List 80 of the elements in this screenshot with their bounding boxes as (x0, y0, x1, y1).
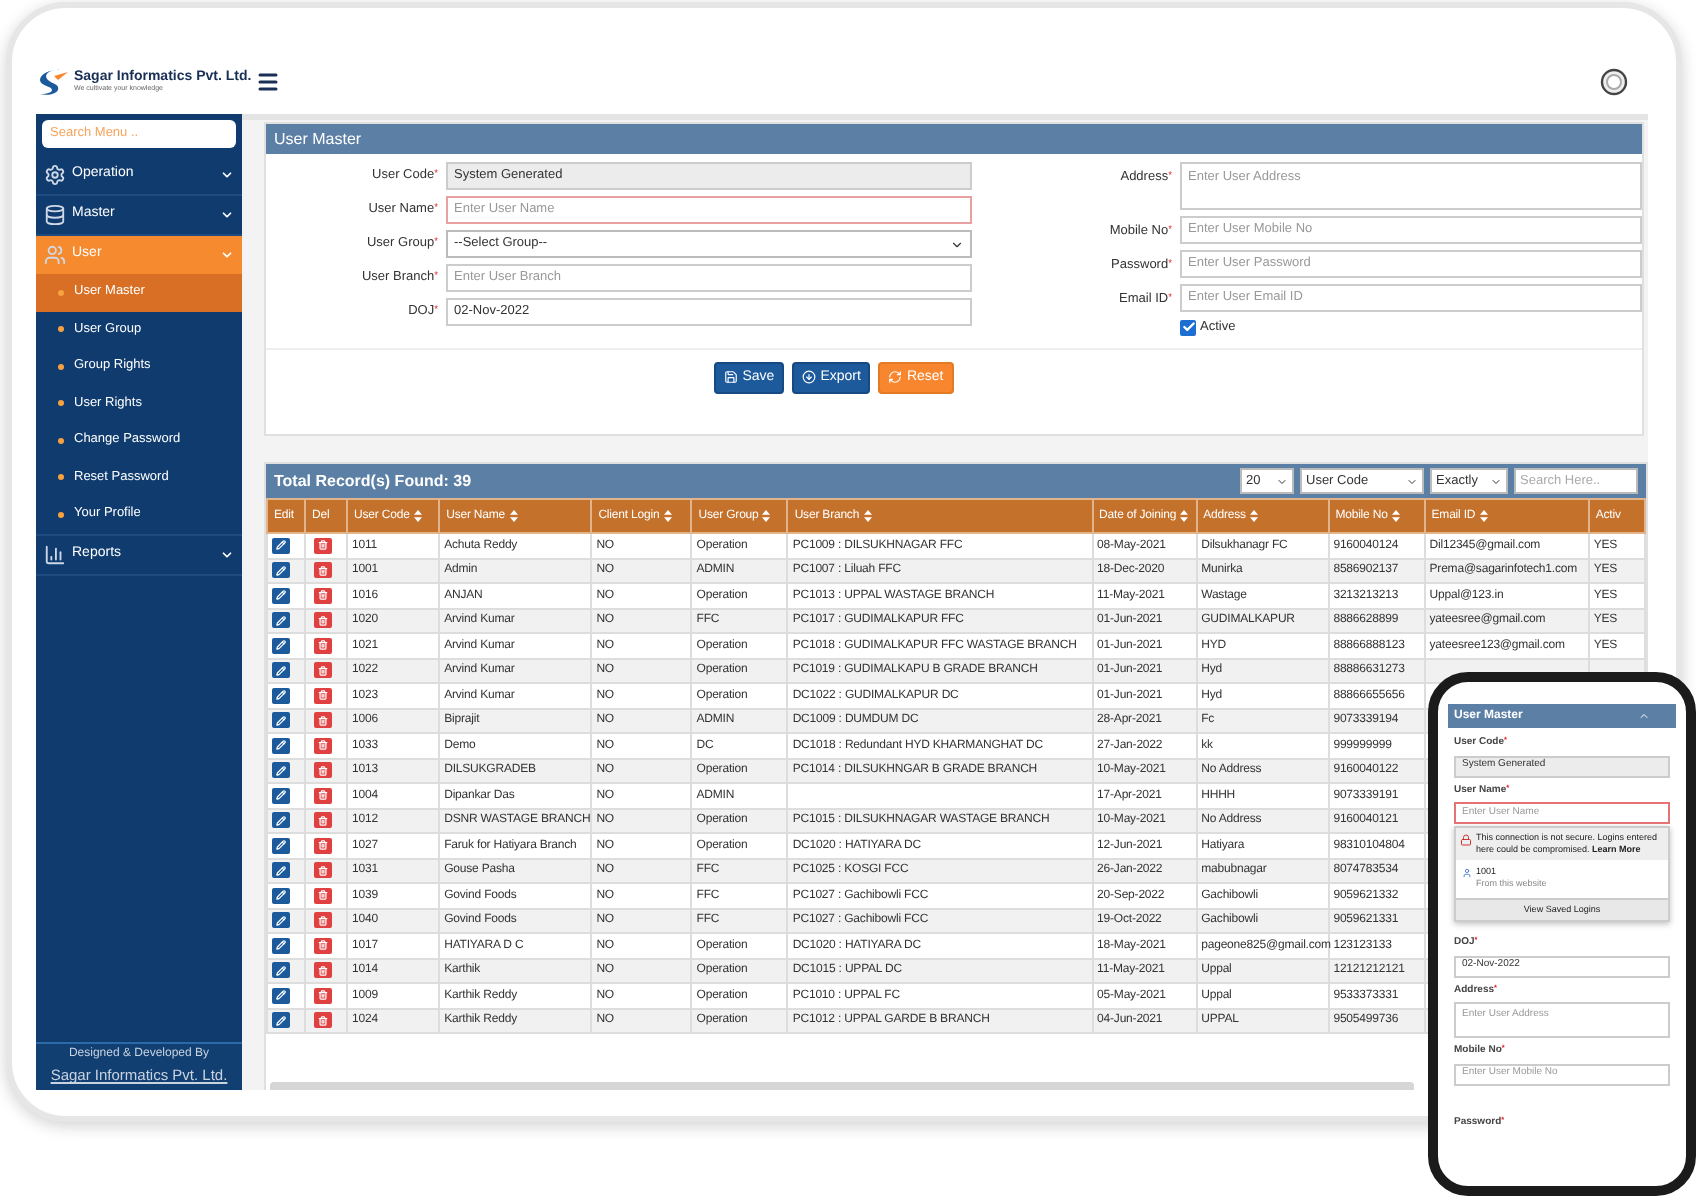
refresh-icon (888, 370, 903, 385)
chevron-down-icon (1406, 475, 1418, 487)
edit-button[interactable] (272, 612, 290, 629)
delete-button[interactable] (314, 987, 333, 1004)
delete-button[interactable] (314, 887, 333, 904)
delete-button[interactable] (314, 787, 333, 804)
edit-button[interactable] (272, 562, 290, 579)
export-icon (802, 370, 817, 385)
delete-button[interactable] (314, 537, 333, 554)
active-checkbox[interactable] (1180, 319, 1196, 336)
delete-button[interactable] (314, 912, 333, 929)
delete-button[interactable] (314, 962, 333, 979)
edit-button[interactable] (272, 862, 290, 879)
edit-button[interactable] (272, 837, 290, 854)
panel-header: User Master (266, 124, 1642, 154)
chevron-down-icon (220, 248, 234, 262)
sort-icon[interactable] (1180, 510, 1189, 522)
delete-button[interactable] (314, 562, 333, 579)
delete-button[interactable] (314, 587, 333, 604)
edit-button[interactable] (272, 937, 290, 954)
edit-button[interactable] (272, 762, 290, 779)
bullet-icon (58, 437, 64, 444)
edit-button[interactable] (272, 987, 290, 1004)
delete-button[interactable] (314, 687, 333, 704)
bullet-icon (58, 289, 64, 296)
edit-button[interactable] (272, 962, 290, 979)
chevron-down-icon (220, 208, 234, 222)
delete-button[interactable] (314, 737, 333, 754)
delete-button[interactable] (314, 712, 333, 729)
delete-button[interactable] (314, 937, 333, 954)
user-icon (1462, 867, 1472, 878)
delete-button[interactable] (314, 637, 333, 654)
bullet-icon (58, 326, 64, 333)
delete-button[interactable] (314, 862, 333, 879)
edit-button[interactable] (272, 787, 290, 804)
users-icon (44, 244, 66, 266)
lock-icon (1460, 834, 1472, 846)
chevron-up-icon[interactable] (1638, 710, 1650, 722)
edit-button[interactable] (272, 712, 290, 729)
bullet-icon (58, 474, 64, 481)
edit-button[interactable] (272, 912, 290, 929)
edit-button[interactable] (272, 537, 290, 554)
delete-button[interactable] (314, 612, 333, 629)
save-icon (724, 370, 739, 385)
record-count: Total Record(s) Found: 39 (274, 469, 472, 493)
delete-button[interactable] (314, 662, 333, 679)
chevron-down-icon (220, 168, 234, 182)
delete-button[interactable] (314, 837, 333, 854)
chart-icon (44, 543, 66, 565)
sort-icon[interactable] (1249, 510, 1258, 522)
bullet-icon (58, 400, 64, 407)
edit-button[interactable] (272, 887, 290, 904)
sort-icon[interactable] (863, 510, 872, 522)
chevron-down-icon (1276, 475, 1288, 487)
bullet-icon (58, 511, 64, 518)
edit-button[interactable] (272, 737, 290, 754)
gear-icon (44, 164, 66, 186)
sort-icon[interactable] (762, 510, 771, 522)
logo-icon (38, 66, 70, 98)
menu-icon[interactable] (256, 70, 280, 94)
edit-button[interactable] (272, 637, 290, 654)
sort-icon[interactable] (1479, 510, 1488, 522)
chevron-down-icon (1490, 475, 1502, 487)
chevron-down-icon (220, 547, 234, 561)
edit-button[interactable] (272, 812, 290, 829)
sort-icon[interactable] (413, 510, 422, 522)
delete-button[interactable] (314, 812, 333, 829)
edit-button[interactable] (272, 687, 290, 704)
edit-button[interactable] (272, 1012, 290, 1029)
sort-icon[interactable] (1391, 510, 1400, 522)
delete-button[interactable] (314, 1012, 333, 1029)
sort-icon[interactable] (663, 510, 672, 522)
chevron-down-icon (950, 237, 964, 251)
bullet-icon (58, 363, 64, 370)
database-icon (44, 204, 66, 226)
edit-button[interactable] (272, 662, 290, 679)
edit-button[interactable] (272, 587, 290, 604)
circle-icon[interactable] (1600, 68, 1628, 96)
sort-icon[interactable] (509, 510, 518, 522)
delete-button[interactable] (314, 762, 333, 779)
